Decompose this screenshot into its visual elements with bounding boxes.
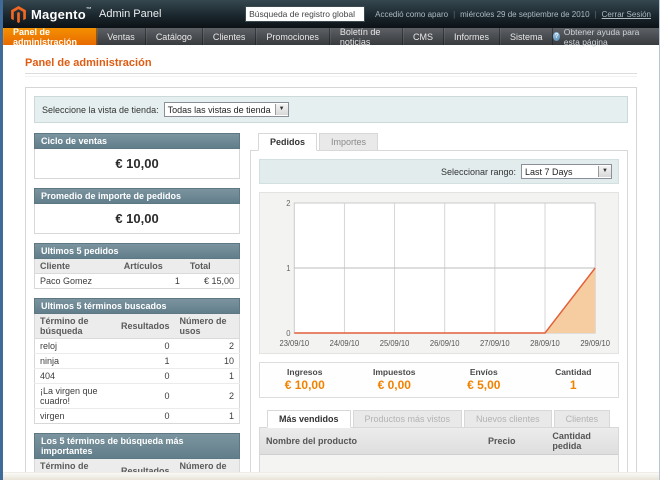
browser-window: Magento™ Admin Panel Accedió como aparo … xyxy=(0,0,660,480)
table-row[interactable]: ninja110 xyxy=(35,354,240,369)
col-header: Número de usos xyxy=(175,314,240,339)
orders-chart-svg: 23/09/10 24/09/10 25/09/10 26/09/10 27/09/10… xyxy=(260,193,618,351)
dashboard-content: Seleccione la vista de tienda: Todas las… xyxy=(25,87,637,480)
logged-in-as: Accedió como aparo xyxy=(375,10,448,19)
tab-pedidos[interactable]: Pedidos xyxy=(258,133,317,151)
svg-text:24/09/10: 24/09/10 xyxy=(330,339,360,348)
left-column: Ciclo de ventas € 10,00 Promedio de impo… xyxy=(34,133,240,480)
nav-item-informes[interactable]: Informes xyxy=(444,28,500,45)
col-header: Resultados xyxy=(116,314,175,339)
nav-item-boletin[interactable]: Boletín de noticias xyxy=(330,28,403,45)
average-orders-card: Promedio de importe de pedidos € 10,00 xyxy=(34,188,240,234)
stat-ingresos: Ingresos € 10,00 xyxy=(260,363,350,397)
bottom-tabs: Más vendidos Productos más vistos Nuevos… xyxy=(259,410,619,428)
tab-clientes[interactable]: Clientes xyxy=(554,410,611,428)
nav-item-catalogo[interactable]: Catálogo xyxy=(146,28,203,45)
store-view-select[interactable]: Todas las vistas de tienda xyxy=(164,102,289,117)
title-divider xyxy=(25,73,637,77)
svg-text:25/09/10: 25/09/10 xyxy=(380,339,410,348)
footer-strip xyxy=(3,472,659,480)
range-select[interactable]: Last 7 Days xyxy=(521,164,612,179)
svg-text:23/09/10: 23/09/10 xyxy=(279,339,309,348)
logout-link[interactable]: Cerrar Sesión xyxy=(602,10,651,19)
last-orders-card: Ultimos 5 pedidos Cliente Artículos Tota… xyxy=(34,243,240,289)
col-header: Precio xyxy=(482,428,546,455)
card-title: Ultimos 5 términos buscados xyxy=(34,298,240,314)
tab-productos-mas-vistos[interactable]: Productos más vistos xyxy=(353,410,463,428)
store-view-selected: Todas las vistas de tienda xyxy=(168,105,271,115)
orders-panel: Seleccionar rango: Last 7 Days 23/09/102… xyxy=(250,150,628,480)
nav-item-dashboard[interactable]: Panel de administración xyxy=(3,28,97,45)
magento-logo-icon xyxy=(11,6,26,23)
stat-envios: Envíos € 5,00 xyxy=(439,363,529,397)
last-search-terms-card: Ultimos 5 términos buscados Término de b… xyxy=(34,298,240,424)
col-header: Término de búsqueda xyxy=(35,314,117,339)
chevron-down-icon xyxy=(275,104,288,115)
separator xyxy=(590,10,602,19)
nav-item-ventas[interactable]: Ventas xyxy=(97,28,146,45)
range-label: Seleccionar rango: xyxy=(441,167,516,177)
svg-text:29/09/10: 29/09/10 xyxy=(580,339,610,348)
range-bar: Seleccionar rango: Last 7 Days xyxy=(259,159,619,184)
nav-item-cms[interactable]: CMS xyxy=(403,28,444,45)
card-title: Ciclo de ventas xyxy=(34,133,240,149)
global-search-input[interactable] xyxy=(245,6,365,22)
svg-text:28/09/10: 28/09/10 xyxy=(530,339,560,348)
last-search-terms-table: Término de búsqueda Resultados Número de… xyxy=(34,314,240,424)
tab-importes[interactable]: Importes xyxy=(319,133,378,151)
separator xyxy=(448,10,460,19)
card-title: Ultimos 5 pedidos xyxy=(34,243,240,259)
card-title: Los 5 términos de búsqueda más important… xyxy=(34,433,240,459)
page-title: Panel de administración xyxy=(25,57,637,69)
nav-item-promociones[interactable]: Promociones xyxy=(256,28,330,45)
get-help-label: Obtener ayuda para esta página xyxy=(564,27,649,47)
table-row[interactable]: 40401 xyxy=(35,369,240,384)
logo-name: Magento™ xyxy=(31,7,92,22)
table-row[interactable]: Paco Gomez 1 € 15,00 xyxy=(35,274,240,289)
svg-text:1: 1 xyxy=(286,264,290,273)
table-row[interactable]: virgen01 xyxy=(35,409,240,424)
get-help-link[interactable]: ? Obtener ayuda para esta página xyxy=(553,28,659,45)
col-header: Cantidad pedida xyxy=(546,428,618,455)
range-selected: Last 7 Days xyxy=(525,167,573,177)
store-view-bar: Seleccione la vista de tienda: Todas las… xyxy=(34,96,628,123)
nav-item-sistema[interactable]: Sistema xyxy=(500,28,554,45)
orders-chart-panel: 23/09/10 24/09/10 25/09/10 26/09/10 27/09/10… xyxy=(259,192,619,354)
lifetime-sales-card: Ciclo de ventas € 10,00 xyxy=(34,133,240,179)
chart-tabs: Pedidos Importes xyxy=(250,133,628,151)
store-view-label: Seleccione la vista de tienda: xyxy=(42,105,159,115)
col-header: Total xyxy=(185,259,240,274)
average-orders-value: € 10,00 xyxy=(34,204,240,234)
help-globe-icon: ? xyxy=(553,32,559,41)
table-row[interactable]: ¡La virgen que cuadro!02 xyxy=(35,384,240,409)
col-header: Cliente xyxy=(35,259,119,274)
totals-row: Ingresos € 10,00 Impuestos € 0,00 Envíos… xyxy=(259,362,619,398)
page-content: Panel de administración Seleccione la vi… xyxy=(3,45,659,480)
card-title: Promedio de importe de pedidos xyxy=(34,188,240,204)
nav-item-clientes[interactable]: Clientes xyxy=(203,28,257,45)
col-header: Nombre del producto xyxy=(260,428,482,455)
lifetime-sales-value: € 10,00 xyxy=(34,149,240,179)
magento-logo: Magento™ Admin Panel xyxy=(11,6,161,23)
chevron-down-icon xyxy=(598,166,611,177)
col-header: Artículos xyxy=(119,259,185,274)
header-user-area: Accedió como aparo miércoles 29 de septi… xyxy=(375,10,651,19)
logo-suffix: Admin Panel xyxy=(99,8,161,20)
svg-text:27/09/10: 27/09/10 xyxy=(480,339,510,348)
stat-cantidad: Cantidad 1 xyxy=(529,363,619,397)
stat-impuestos: Impuestos € 0,00 xyxy=(350,363,440,397)
main-nav: Panel de administración Ventas Catálogo … xyxy=(3,28,659,45)
last-orders-table: Cliente Artículos Total Paco Gomez 1 € 1… xyxy=(34,259,240,289)
right-column: Pedidos Importes Seleccionar rango: Last… xyxy=(250,133,628,480)
table-row[interactable]: reloj02 xyxy=(35,339,240,354)
header-date: miércoles 29 de septiembre de 2010 xyxy=(460,10,589,19)
svg-text:0: 0 xyxy=(286,329,291,338)
svg-text:2: 2 xyxy=(286,199,290,208)
admin-header: Magento™ Admin Panel Accedió como aparo … xyxy=(3,0,659,28)
tab-nuevos-clientes[interactable]: Nuevos clientes xyxy=(464,410,552,428)
logo-trademark: ™ xyxy=(86,7,92,13)
tab-mas-vendidos[interactable]: Más vendidos xyxy=(267,410,351,428)
svg-text:26/09/10: 26/09/10 xyxy=(430,339,460,348)
